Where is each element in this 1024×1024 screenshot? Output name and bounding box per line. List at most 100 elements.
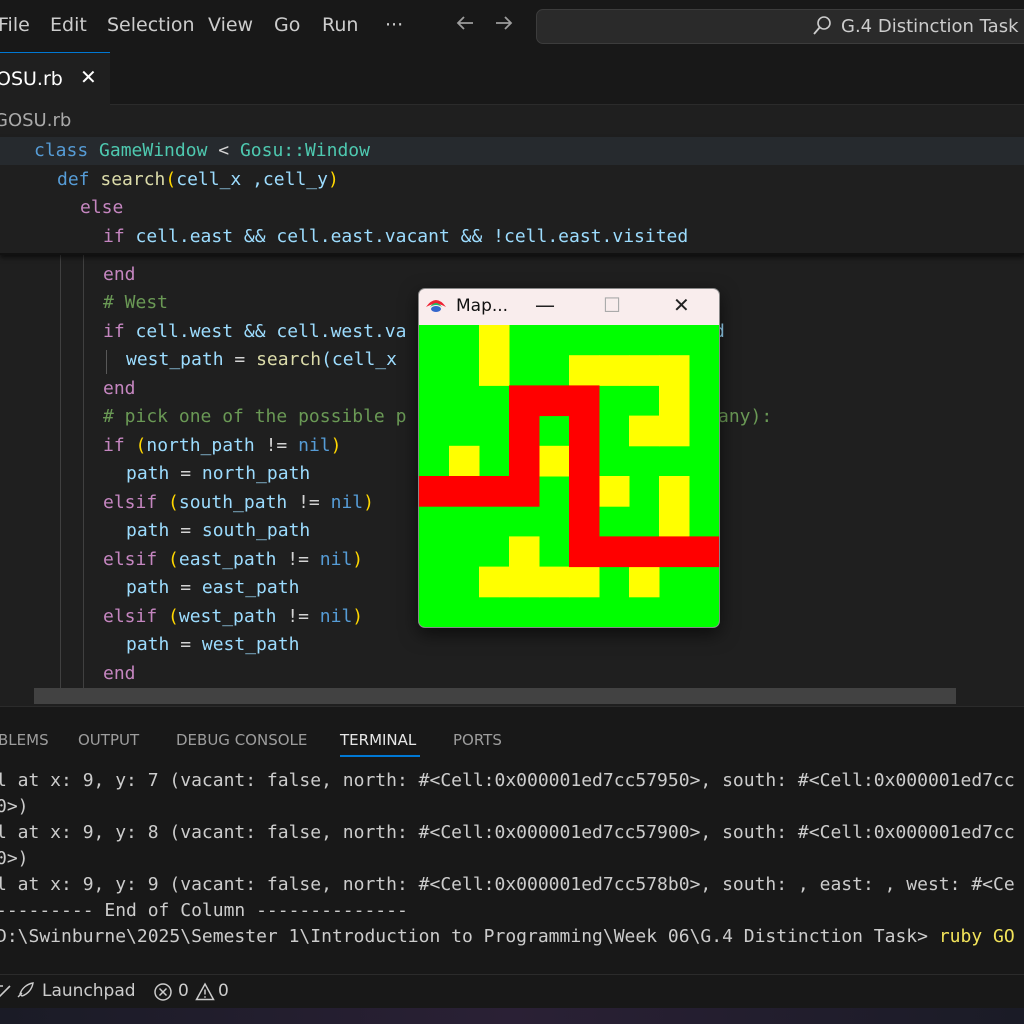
code-line[interactable]: elsif (west_path != nil) [103, 606, 363, 627]
taskbar-edge [0, 1008, 1024, 1024]
maze-wall-cell [479, 566, 510, 598]
code-line[interactable]: end [103, 264, 136, 285]
tab-gosu-rb[interactable]: OSU.rb ✕ [0, 52, 110, 105]
maze-wall-cell [629, 566, 660, 598]
tab-ports[interactable]: PORTS [453, 731, 502, 749]
maze-wall-cell [569, 355, 600, 386]
maze-wall-cell [479, 325, 510, 356]
command-center-search[interactable]: G.4 Distinction Task [536, 9, 1024, 44]
menu-edit[interactable]: Edit [50, 14, 87, 36]
window-title: Map... [456, 296, 509, 316]
code-line[interactable]: end [103, 663, 136, 684]
menu-go[interactable]: Go [274, 14, 300, 36]
minimize-button[interactable]: — [535, 293, 555, 317]
indent-guide [106, 350, 107, 374]
tab-debug-console[interactable]: DEBUG CONSOLE [176, 731, 307, 749]
terminal-line: l at x: 9, y: 9 (vacant: false, north: #… [0, 874, 1015, 895]
maze-wall-cell [629, 415, 660, 447]
tab-output[interactable]: OUTPUT [78, 731, 139, 749]
remote-icon[interactable] [0, 982, 12, 1005]
maze-wall-cell [659, 385, 690, 417]
maze-path-cell [569, 476, 600, 507]
maze-path-cell [599, 536, 630, 568]
code-line[interactable]: # West [103, 292, 168, 313]
code-line[interactable]: elsif (south_path != nil) [103, 492, 374, 513]
code-line[interactable]: path = west_path [126, 634, 299, 655]
app-icon [425, 297, 447, 317]
sticky-line-class[interactable]: class GameWindow < Gosu::Window [34, 140, 370, 161]
close-button[interactable]: ✕ [673, 293, 690, 317]
terminal-line: l at x: 9, y: 8 (vacant: false, north: #… [0, 822, 1015, 843]
horizontal-scrollbar[interactable] [34, 688, 956, 704]
sticky-line-if[interactable]: if cell.east && cell.east.vacant && !cel… [103, 226, 688, 247]
maze-wall-cell [659, 476, 690, 507]
menu-more[interactable]: ··· [385, 14, 403, 36]
terminal-line: --------- End of Column -------------- [0, 900, 408, 921]
terminal-prompt[interactable]: D:\Swinburne\2025\Semester 1\Introductio… [0, 926, 1015, 947]
arrow-right-icon[interactable] [493, 12, 515, 40]
code-line[interactable]: elsif (east_path != nil) [103, 549, 363, 570]
code-line-tail[interactable]: any): [718, 406, 772, 427]
maze-wall-cell [509, 566, 540, 598]
breadcrumb[interactable]: GOSU.rb [0, 110, 71, 131]
terminal-line: l at x: 9, y: 7 (vacant: false, north: #… [0, 770, 1015, 791]
rocket-icon [15, 982, 35, 1005]
code-line[interactable]: # pick one of the possible p [103, 406, 406, 427]
editor-tab-bar: OSU.rb ✕ [0, 52, 1024, 105]
maze-path-cell [509, 476, 540, 507]
map-window[interactable]: Map... — ☐ ✕ [418, 288, 720, 628]
maze-wall-cell [479, 355, 510, 386]
maze-path-cell [539, 385, 570, 417]
tab-label: OSU.rb [0, 68, 63, 90]
code-line[interactable]: west_path = search(cell_x [126, 349, 397, 370]
code-line[interactable]: path = north_path [126, 463, 310, 484]
code-line[interactable]: if (north_path != nil) [103, 435, 341, 456]
error-count[interactable]: 0 [178, 981, 189, 1001]
maze-wall-cell [659, 415, 690, 447]
sticky-line-else[interactable]: else [80, 197, 123, 218]
code-line[interactable]: if cell.west && cell.west.va [103, 321, 406, 342]
arrow-left-icon[interactable] [454, 12, 476, 40]
maze-wall-cell [659, 355, 690, 386]
menu-file[interactable]: File [0, 14, 30, 36]
status-bar: Launchpad 0 0 [0, 974, 1024, 1009]
search-text: G.4 Distinction Task [841, 16, 1019, 37]
code-line[interactable]: end [103, 378, 136, 399]
maze-wall-cell [539, 445, 570, 477]
menu-bar: File Edit Selection View Go Run ··· G.4 … [0, 0, 1024, 52]
maze-path-cell [569, 536, 600, 568]
maze-path-cell [509, 415, 540, 447]
maze-path-cell [569, 385, 600, 417]
maze-path-cell [479, 476, 510, 507]
active-tab-indicator [340, 755, 420, 757]
maze-path-cell [569, 415, 600, 447]
maximize-button[interactable]: ☐ [603, 293, 621, 317]
tab-problems[interactable]: BLEMS [0, 731, 49, 749]
search-icon [812, 14, 832, 38]
maze-path-cell [569, 506, 600, 537]
sticky-line-def[interactable]: def search(cell_x ,cell_y) [57, 169, 339, 190]
terminal-line: 0>) [0, 848, 29, 869]
warning-count[interactable]: 0 [218, 981, 229, 1001]
close-icon[interactable]: ✕ [80, 65, 97, 89]
maze-path-cell [569, 445, 600, 477]
menu-selection[interactable]: Selection [107, 14, 195, 36]
code-line[interactable]: path = south_path [126, 520, 310, 541]
indent-guide [60, 254, 61, 688]
tab-terminal[interactable]: TERMINAL [340, 731, 416, 749]
maze-path-cell [659, 536, 690, 568]
launchpad-button[interactable]: Launchpad [42, 981, 136, 1001]
maze-path-cell [449, 476, 480, 507]
error-icon [153, 982, 173, 1007]
maze-wall-cell [599, 355, 630, 386]
code-line[interactable]: path = east_path [126, 577, 299, 598]
indent-guide [83, 254, 84, 688]
maze-map[interactable] [419, 325, 719, 627]
menu-run[interactable]: Run [322, 14, 358, 36]
menu-view[interactable]: View [208, 14, 253, 36]
maze-wall-cell [569, 566, 600, 598]
maze-wall-cell [629, 355, 660, 386]
maze-path-cell [509, 445, 540, 477]
maze-wall-cell [539, 566, 570, 598]
maze-path-cell [629, 536, 660, 568]
